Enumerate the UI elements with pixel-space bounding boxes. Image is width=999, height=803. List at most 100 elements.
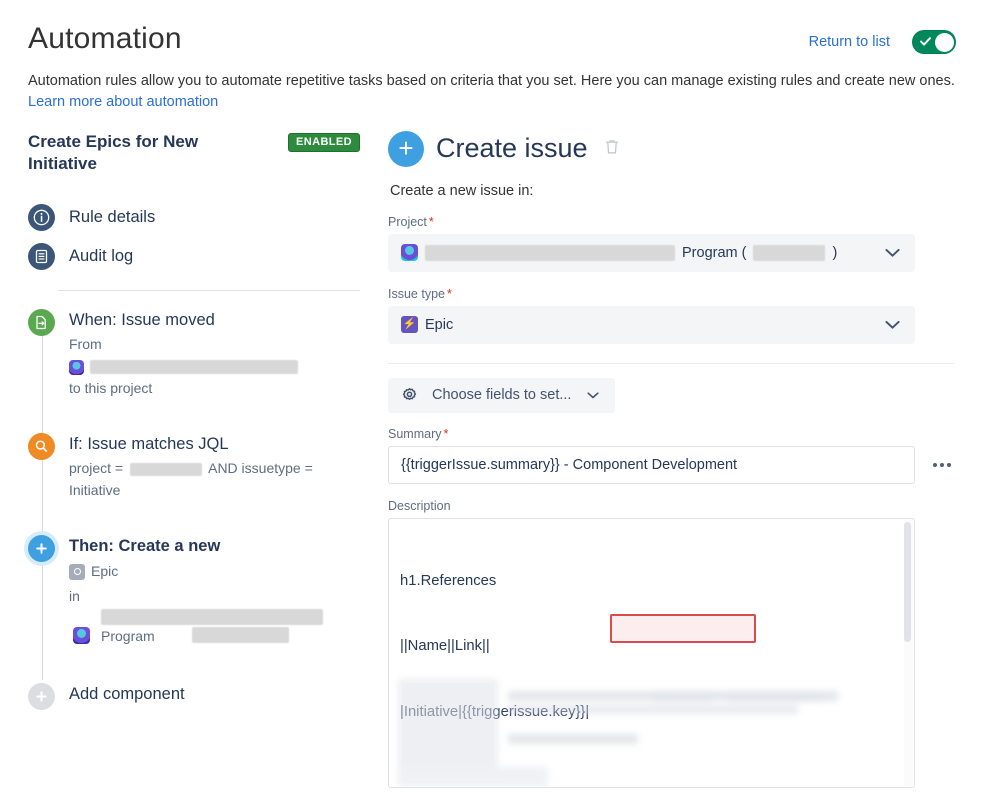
issue-type-label-text: Issue type	[388, 287, 445, 301]
epic-icon: ⚡	[401, 316, 418, 333]
page-body: Create Epics for New Initiative ENABLED …	[28, 131, 975, 803]
issue-type-value: Epic	[425, 317, 453, 333]
flow-step-issue-type: Epic	[69, 561, 220, 583]
redacted-project-name	[425, 245, 675, 261]
trash-icon[interactable]	[604, 138, 620, 160]
flow-step-title: If: Issue matches JQL	[69, 434, 368, 455]
description-line-1: h1.References	[400, 571, 903, 593]
project-select-value: Program ( )	[401, 244, 837, 261]
plus-icon	[28, 683, 55, 710]
jql-prefix: project =	[69, 460, 123, 476]
sidebar-item-label: Rule details	[69, 208, 155, 227]
redacted-project-name	[90, 360, 298, 374]
project-avatar-icon	[401, 244, 418, 261]
rule-name: Create Epics for New Initiative	[28, 131, 228, 177]
description-textarea[interactable]: h1.References ||Name||Link|| |Initiative…	[388, 518, 915, 788]
epic-icon	[69, 564, 85, 580]
summary-field: Summary*	[388, 427, 975, 484]
flow-step-from-label: From	[69, 334, 298, 356]
flow-step-body: Then: Create a new Epic in Program	[69, 535, 220, 649]
sidebar-item-rule-details[interactable]: Rule details	[28, 198, 368, 237]
document-list-icon	[28, 243, 55, 270]
flow-step-body: If: Issue matches JQL project = AND issu…	[69, 433, 368, 501]
choose-fields-button[interactable]: Choose fields to set...	[388, 378, 615, 413]
description-wrapper: h1.References ||Name||Link|| |Initiative…	[388, 518, 915, 788]
sidebar-item-label: Audit log	[69, 247, 133, 266]
rule-sidebar: Create Epics for New Initiative ENABLED …	[28, 131, 368, 803]
choose-fields-label: Choose fields to set...	[432, 387, 571, 403]
rule-header: Create Epics for New Initiative ENABLED	[28, 131, 368, 177]
description-line-2: ||Name||Link||	[400, 636, 903, 658]
description-scrollbar[interactable]	[904, 520, 913, 786]
flow-step-title: Then: Create a new	[69, 536, 220, 557]
more-options-icon[interactable]	[929, 457, 955, 473]
summary-row	[388, 446, 975, 484]
redacted-project-key	[130, 463, 202, 476]
check-icon	[919, 35, 932, 48]
page-description: Automation rules allow you to automate r…	[28, 71, 975, 92]
redacted-project-name-line1	[101, 609, 323, 625]
flow-step-issue-type-label: Epic	[91, 561, 118, 583]
component-editor: + Create issue Create a new issue in: Pr…	[368, 131, 975, 803]
info-icon	[28, 204, 55, 231]
flow-step-to-label: to this project	[69, 378, 298, 400]
automation-page: Automation Return to list Automation rul…	[0, 0, 999, 781]
issue-type-field: Issue type* ⚡ Epic	[388, 287, 975, 344]
issue-moved-icon	[28, 309, 55, 336]
project-field: Project* Program ( )	[388, 215, 975, 272]
flow-step-body: Add component	[69, 683, 185, 710]
return-to-list-link[interactable]: Return to list	[809, 34, 890, 50]
toggle-knob	[935, 33, 954, 52]
status-badge: ENABLED	[288, 133, 360, 152]
required-marker: *	[447, 287, 452, 301]
summary-label: Summary*	[388, 427, 975, 441]
issue-type-select-value: ⚡ Epic	[401, 316, 453, 333]
flow-step-jql: project = AND issuetype = Initiative	[69, 458, 368, 501]
project-label: Project*	[388, 215, 975, 229]
flow-step-action[interactable]: Then: Create a new Epic in Program	[28, 535, 368, 683]
flow-step-condition[interactable]: If: Issue matches JQL project = AND issu…	[28, 433, 368, 535]
description-field: Description h1.References ||Name||Link||…	[388, 499, 975, 788]
project-value-tail: )	[832, 245, 837, 261]
rule-enabled-toggle[interactable]	[912, 30, 956, 54]
flow-step-in-label: in	[69, 586, 220, 608]
header-actions: Return to list	[809, 30, 956, 54]
redacted-project-key	[753, 245, 825, 261]
sidebar-item-audit-log[interactable]: Audit log	[28, 237, 368, 276]
page-header: Automation Return to list Automation rul…	[28, 22, 975, 111]
issue-type-select[interactable]: ⚡ Epic	[388, 306, 915, 344]
flow-step-target-project: Program	[69, 609, 220, 649]
component-title: Create issue	[436, 133, 588, 164]
gear-icon	[401, 387, 418, 404]
section-divider	[388, 363, 954, 364]
required-marker: *	[429, 215, 434, 229]
chevron-down-icon	[587, 392, 599, 399]
plus-icon	[28, 535, 55, 562]
flow-step-add-component[interactable]: Add component	[28, 683, 368, 710]
component-lede: Create a new issue in:	[390, 183, 975, 199]
flow-step-body: When: Issue moved From to this project	[69, 309, 298, 399]
summary-input[interactable]	[388, 446, 915, 484]
flow-step-title: When: Issue moved	[69, 310, 298, 331]
project-label-text: Project	[388, 215, 427, 229]
jql-suffix: Initiative	[69, 482, 120, 498]
summary-label-text: Summary	[388, 427, 441, 441]
sidebar-divider	[58, 290, 360, 291]
project-avatar-icon	[69, 360, 84, 375]
chevron-down-icon	[885, 320, 900, 329]
flow-step-trigger[interactable]: When: Issue moved From to this project	[28, 309, 368, 433]
plus-icon: +	[388, 131, 424, 167]
flow-step-program-label: Program	[101, 626, 155, 648]
search-icon	[28, 433, 55, 460]
flow-step-project-redacted	[69, 360, 298, 375]
learn-more-link[interactable]: Learn more about automation	[28, 94, 218, 110]
redacted-description-block	[398, 679, 858, 788]
project-select[interactable]: Program ( )	[388, 234, 915, 272]
component-header: + Create issue	[388, 131, 975, 167]
project-value-suffix: Program (	[682, 245, 746, 261]
issue-type-label: Issue type*	[388, 287, 975, 301]
scrollbar-thumb[interactable]	[904, 522, 911, 642]
project-avatar-icon	[73, 627, 90, 644]
chevron-down-icon	[885, 248, 900, 257]
description-label: Description	[388, 499, 975, 513]
